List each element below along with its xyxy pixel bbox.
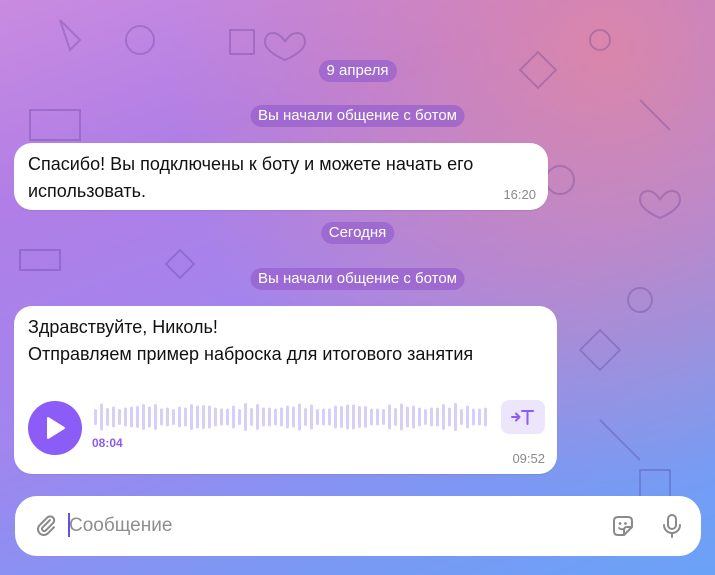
waveform-bar: [328, 408, 331, 426]
waveform-bar: [412, 405, 415, 429]
waveform-bar: [382, 409, 385, 425]
waveform-bar: [340, 406, 343, 428]
date-chip: 9 апреля: [318, 60, 397, 82]
waveform-bar: [280, 407, 283, 427]
voice-duration: 08:04: [92, 436, 123, 450]
waveform-bar: [334, 405, 337, 429]
waveform-bar: [202, 405, 205, 429]
waveform-bar: [112, 406, 115, 428]
service-message: Вы начали общение с ботом: [250, 105, 465, 127]
message-time: 09:52: [512, 451, 545, 466]
waveform-bar: [190, 404, 193, 430]
waveform-bar: [370, 408, 373, 426]
message-time: 16:20: [503, 187, 536, 202]
waveform-bar: [184, 407, 187, 427]
waveform-bar: [262, 407, 265, 427]
waveform-bar: [424, 409, 427, 425]
waveform-bar: [436, 407, 439, 427]
waveform-bar: [136, 406, 139, 428]
waveform-bar: [256, 404, 259, 430]
waveform-bar: [304, 408, 307, 426]
sticker-icon: [613, 516, 633, 536]
waveform-bar: [466, 405, 469, 429]
waveform-bar: [478, 408, 481, 426]
attach-button[interactable]: [33, 513, 59, 539]
waveform-bar: [310, 404, 313, 430]
waveform-bar: [430, 407, 433, 427]
waveform-bar: [226, 408, 229, 426]
play-icon: [47, 417, 65, 439]
message-input[interactable]: [69, 508, 589, 544]
message-bubble[interactable]: Спасибо! Вы подключены к боту и можете н…: [14, 143, 548, 210]
paperclip-icon: [37, 515, 56, 536]
waveform-bar: [388, 404, 391, 430]
waveform-bar: [100, 403, 103, 431]
waveform-bar: [484, 407, 487, 427]
waveform-bar: [274, 408, 277, 426]
waveform-bar: [160, 408, 163, 426]
waveform-bar: [394, 408, 397, 426]
play-button[interactable]: [28, 401, 82, 455]
message-text: Здравствуйте, Николь! Отправляем пример …: [28, 317, 474, 364]
waveform-bar: [286, 405, 289, 429]
waveform-bar: [250, 408, 253, 426]
waveform-bar: [232, 405, 235, 429]
waveform-bar: [154, 404, 157, 430]
waveform-bar: [454, 403, 457, 431]
waveform-bar: [298, 403, 301, 431]
waveform-bar: [130, 406, 133, 428]
waveform-bar: [418, 407, 421, 427]
service-message: Вы начали общение с ботом: [250, 268, 465, 290]
waveform-bar: [244, 403, 247, 431]
date-chip: Сегодня: [320, 222, 395, 244]
transcribe-icon: [511, 410, 534, 425]
waveform-bar: [208, 405, 211, 429]
waveform-bar: [358, 406, 361, 428]
waveform-bar: [364, 406, 367, 428]
waveform-bar: [268, 407, 271, 427]
waveform-bar: [238, 409, 241, 425]
waveform-bar: [148, 406, 151, 428]
waveform-bar: [106, 408, 109, 426]
waveform-bar: [472, 408, 475, 426]
waveform-bar: [166, 407, 169, 427]
waveform-bar: [172, 409, 175, 425]
waveform-bar: [220, 408, 223, 426]
waveform-bar: [316, 409, 319, 425]
message-text: Спасибо! Вы подключены к боту и можете н…: [28, 154, 474, 201]
waveform-bar: [400, 403, 403, 431]
waveform-bar: [196, 405, 199, 429]
waveform-bar: [142, 404, 145, 430]
voice-waveform[interactable]: [92, 402, 492, 432]
waveform-bar: [214, 407, 217, 427]
sticker-button[interactable]: [609, 512, 637, 540]
waveform-bar: [448, 407, 451, 427]
waveform-bar: [322, 408, 325, 426]
waveform-bar: [376, 408, 379, 426]
microphone-button[interactable]: [659, 512, 685, 540]
waveform-bar: [94, 409, 97, 425]
waveform-bar: [292, 406, 295, 428]
waveform-bar: [124, 407, 127, 427]
voice-message-bubble[interactable]: Здравствуйте, Николь! Отправляем пример …: [14, 306, 557, 474]
waveform-bar: [406, 406, 409, 428]
waveform-bar: [352, 404, 355, 430]
waveform-bar: [346, 404, 349, 430]
waveform-bar: [118, 409, 121, 425]
waveform-bar: [442, 404, 445, 430]
waveform-bar: [178, 406, 181, 428]
transcribe-button[interactable]: [501, 400, 545, 434]
message-composer: [15, 496, 701, 556]
waveform-bar: [460, 409, 463, 425]
microphone-icon: [663, 514, 681, 538]
